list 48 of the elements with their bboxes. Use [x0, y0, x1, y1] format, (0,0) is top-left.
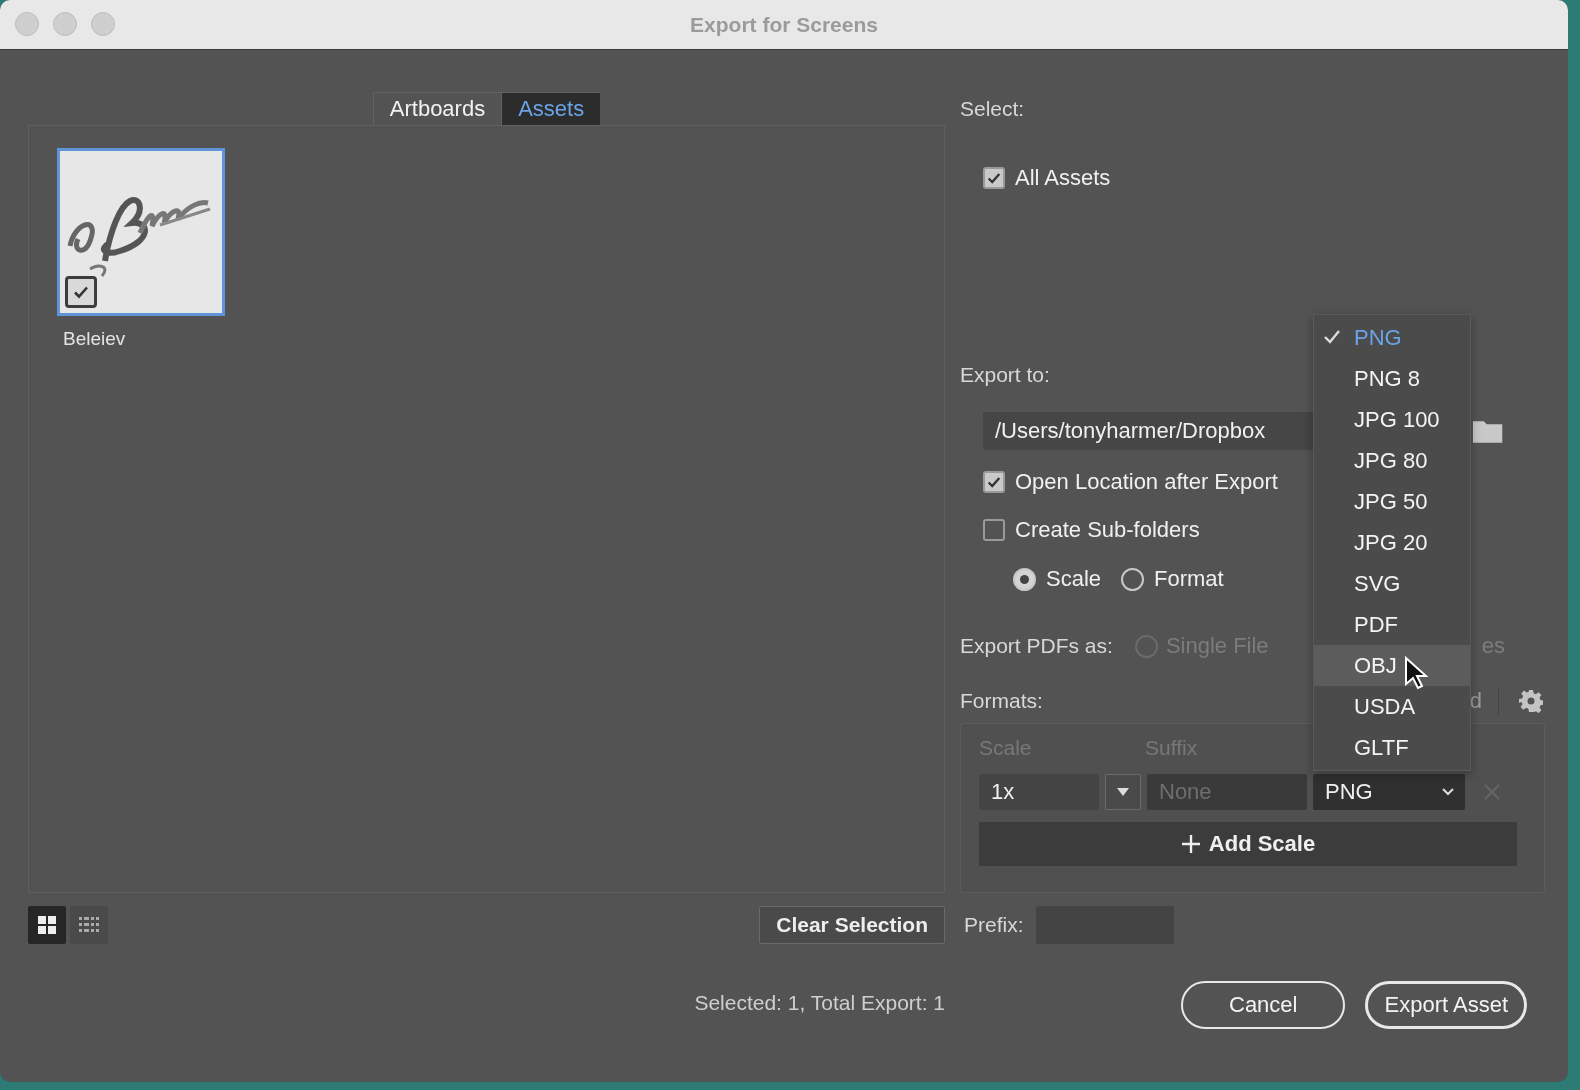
checkbox-label: Open Location after Export [1015, 469, 1278, 495]
checkbox-label: Create Sub-folders [1015, 517, 1200, 543]
menu-item[interactable]: PDF [1314, 604, 1470, 645]
checkmark-icon [986, 170, 1002, 186]
scale-field[interactable]: 1x [979, 774, 1099, 810]
menu-item[interactable]: OBJ [1314, 645, 1470, 686]
cursor-icon [1404, 656, 1428, 690]
clear-selection-button[interactable]: Clear Selection [759, 906, 945, 944]
checkbox[interactable] [983, 471, 1005, 493]
cancel-button[interactable]: Cancel [1181, 981, 1346, 1029]
checkmark-icon [1323, 329, 1341, 345]
radio-label: Scale [1046, 566, 1102, 592]
checkbox[interactable] [65, 276, 97, 308]
chevron-icon [1441, 787, 1455, 797]
tab[interactable]: Artboards [372, 92, 502, 125]
checkbox[interactable] [983, 167, 1005, 189]
radio-button[interactable] [1121, 567, 1145, 591]
folder-icon[interactable] [1471, 418, 1503, 444]
triangle-icon [1116, 787, 1130, 797]
menu-item[interactable]: SVG [1314, 563, 1470, 604]
grid-view-icon[interactable] [28, 906, 66, 944]
option-label: d [1469, 688, 1482, 714]
checkmark-icon [986, 474, 1002, 490]
formats-label: Formats: [960, 689, 1043, 713]
selection-summary: Selected: 1, Total Export: 1 [694, 991, 945, 1014]
menu-item[interactable]: JPG 20 [1314, 522, 1470, 563]
menu-item[interactable]: JPG 50 [1314, 481, 1470, 522]
checkbox-label: All Assets [1015, 165, 1111, 191]
radio-label: Format [1154, 566, 1224, 592]
menu-item[interactable]: USDA [1314, 686, 1470, 727]
checkbox[interactable] [983, 519, 1005, 541]
menu-item[interactable]: GLTF [1314, 727, 1470, 768]
asset-name: Beleiev [62, 328, 127, 350]
list-view-icon[interactable] [70, 906, 108, 944]
settings-icon[interactable] [1519, 689, 1543, 713]
add-scale-button[interactable]: Add Scale [979, 822, 1517, 866]
select-label: Select: [960, 97, 1025, 121]
plus-icon [1180, 834, 1201, 854]
export-to-label: Export to: [960, 363, 1050, 387]
window-title: Export for Screens [690, 12, 878, 37]
menu-item[interactable]: PNG 8 [1314, 358, 1470, 399]
dropdown-button[interactable] [1105, 774, 1141, 810]
radio-button[interactable] [1013, 567, 1036, 591]
format-select[interactable]: PNG [1313, 774, 1465, 810]
export-button[interactable]: Export Asset [1365, 981, 1527, 1029]
prefix-label: Prefix: [964, 913, 1024, 937]
tab[interactable]: Assets [501, 92, 601, 125]
export-pdfs-label: Export PDFs as: [960, 634, 1113, 658]
